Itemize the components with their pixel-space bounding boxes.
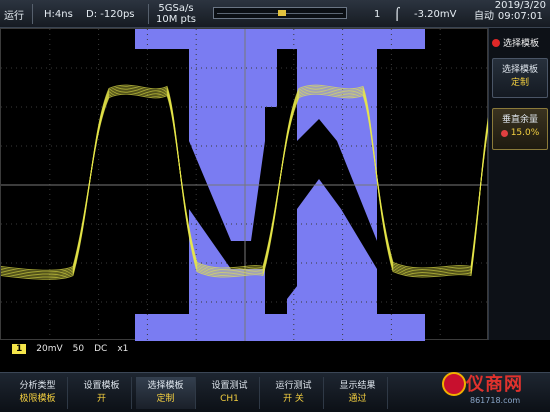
softkey-value: CH1 — [220, 394, 239, 404]
softkey-value: 定制 — [156, 394, 175, 404]
softkey-analysis-type[interactable]: 分析类型 极限模板 — [8, 377, 68, 409]
select-template-label: 选择模板 — [501, 65, 538, 75]
channel-status-row: 1 20mV 50 DC x1 — [0, 342, 488, 356]
side-panel-title-label: 选择模板 — [503, 39, 540, 49]
divider — [148, 4, 149, 24]
adjust-knob-icon — [500, 130, 508, 137]
status-bar: 运行 H:4ns D: -120ps 5GSa/s 10M pts 1 ⌠ -3… — [0, 0, 550, 28]
softkey-label: 设置测试 — [211, 381, 248, 391]
trigger-marker — [278, 10, 286, 16]
select-template-button[interactable]: 选择模板 定制 — [492, 58, 548, 98]
memory-depth: 10M pts — [156, 14, 197, 25]
mask-upper-block — [319, 49, 361, 107]
watermark-url: 861718.com — [470, 396, 521, 405]
softkey-value: 极限模板 — [19, 394, 56, 404]
softkey-label: 显示结果 — [339, 381, 376, 391]
softkey-show-results[interactable]: 显示结果 通过 — [328, 377, 388, 409]
softkey-label: 分析类型 — [19, 381, 56, 391]
softkey-label: 设置模板 — [83, 381, 120, 391]
vertical-margin-button[interactable]: 垂直余量 15.0% — [492, 108, 548, 150]
softkey-set-test[interactable]: 设置测试 CH1 — [200, 377, 260, 409]
channel-badge[interactable]: 1 — [12, 344, 27, 354]
channel-coupling: DC — [94, 344, 108, 354]
trigger-mode[interactable]: 自动 — [474, 0, 494, 28]
divider — [32, 4, 33, 24]
softkey-value: 开 — [96, 394, 106, 404]
datetime: 2019/3/20 09:07:01 — [495, 0, 546, 28]
vertical-margin-value: 15.0% — [510, 128, 540, 138]
horizontal-delay[interactable]: D: -120ps — [86, 0, 135, 28]
softkey-select-template[interactable]: 选择模板 定制 — [136, 377, 196, 409]
softkey-label: 运行测试 — [275, 381, 312, 391]
softkey-run-test[interactable]: 运行测试 开 关 — [264, 377, 324, 409]
vertical-margin-value-row: 15.0% — [493, 127, 547, 140]
sample-rate: 5GSa/s — [158, 3, 194, 14]
record-icon — [492, 38, 500, 47]
side-panel-title: 选择模板 — [492, 36, 539, 49]
waveform-display[interactable] — [0, 28, 489, 341]
side-panel: 选择模板 选择模板 定制 垂直余量 15.0% — [488, 28, 550, 340]
watermark-text: 仪商网 — [466, 374, 523, 395]
rising-edge-icon: ⌠ — [394, 7, 401, 21]
mask-lower-block — [287, 281, 361, 341]
watermark-logo-icon — [442, 372, 466, 396]
probe-ratio: x1 — [117, 344, 129, 354]
horizontal-scale[interactable]: H:4ns — [44, 0, 73, 28]
waveform-canvas — [1, 29, 489, 341]
grid-top-left — [1, 29, 135, 49]
time: 09:07:01 — [497, 11, 543, 22]
trigger-channel[interactable]: 1 — [374, 0, 380, 28]
mask-lower-block — [207, 279, 247, 341]
trigger-level[interactable]: -3.20mV — [414, 0, 456, 28]
softkey-set-template[interactable]: 设置模板 开 — [72, 377, 132, 409]
run-status[interactable]: 运行 — [4, 0, 24, 28]
channel-impedance: 50 — [72, 344, 85, 354]
select-template-value: 定制 — [510, 78, 529, 88]
softkey-value: 开 关 — [283, 394, 304, 404]
softkey-label: 选择模板 — [147, 381, 184, 391]
channel-scale[interactable]: 20mV — [36, 344, 62, 354]
acquisition-info[interactable]: 5GSa/s 10M pts — [156, 0, 196, 28]
trigger-position-bar[interactable] — [213, 7, 347, 19]
softkey-value: 通过 — [348, 394, 367, 404]
watermark: 仪商网 861718.com — [440, 366, 550, 412]
date: 2019/3/20 — [494, 0, 546, 11]
vertical-margin-label: 垂直余量 — [501, 115, 538, 125]
